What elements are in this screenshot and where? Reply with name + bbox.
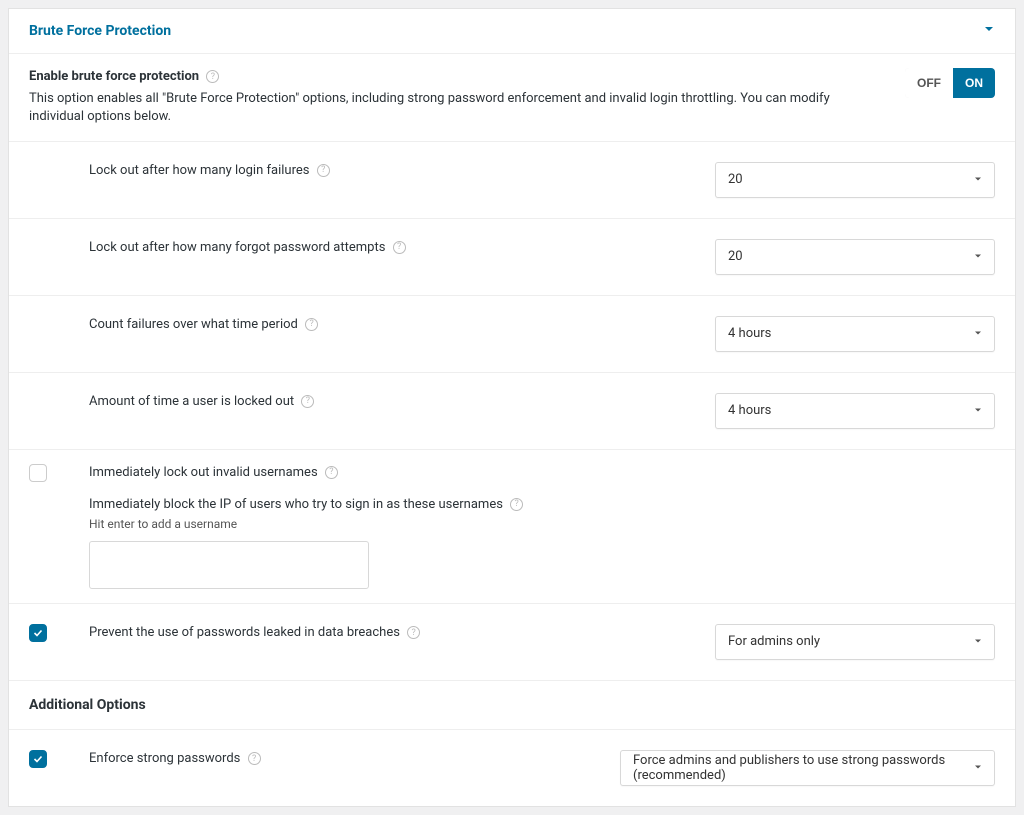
additional-options-heading: Additional Options — [9, 680, 1015, 729]
help-icon[interactable]: ? — [301, 395, 314, 408]
forgot-attempts-label: Lock out after how many forgot password … — [89, 240, 385, 255]
strong-pw-select[interactable]: Force admins and publishers to use stron… — [620, 750, 995, 786]
chevron-down-icon — [974, 760, 982, 775]
forgot-attempts-select[interactable]: 20 — [715, 239, 995, 275]
select-value: 20 — [728, 172, 743, 187]
enable-desc: This option enables all "Brute Force Pro… — [29, 90, 885, 126]
help-icon[interactable]: ? — [510, 498, 523, 511]
row-enable: Enable brute force protection ? This opt… — [9, 53, 1015, 141]
login-failures-label: Lock out after how many login failures — [89, 163, 309, 178]
chevron-down-icon — [983, 23, 995, 39]
enable-toggle: OFF ON — [905, 68, 995, 98]
invalid-usernames-checkbox[interactable] — [29, 464, 47, 482]
block-ip-hint: Hit enter to add a username — [89, 517, 600, 531]
row-leaked-pw: Prevent the use of passwords leaked in d… — [9, 603, 1015, 680]
time-period-label: Count failures over what time period — [89, 317, 298, 332]
chevron-down-icon — [974, 403, 982, 418]
strong-pw-checkbox[interactable] — [29, 750, 47, 768]
select-value: Force admins and publishers to use stron… — [633, 753, 964, 783]
chevron-down-icon — [974, 249, 982, 264]
help-icon[interactable]: ? — [393, 241, 406, 254]
select-value: 4 hours — [728, 403, 771, 418]
brute-force-panel: Brute Force Protection Enable brute forc… — [8, 8, 1016, 807]
panel-header[interactable]: Brute Force Protection — [9, 9, 1015, 53]
block-ip-usernames-input[interactable] — [89, 541, 369, 589]
select-value: For admins only — [728, 634, 820, 649]
leaked-pw-checkbox[interactable] — [29, 624, 47, 642]
help-icon[interactable]: ? — [305, 318, 318, 331]
row-forgot-attempts: Lock out after how many forgot password … — [9, 218, 1015, 295]
row-login-failures: Lock out after how many login failures ?… — [9, 141, 1015, 218]
chevron-down-icon — [974, 172, 982, 187]
row-block-ip: Immediately block the IP of users who tr… — [9, 496, 1015, 603]
strong-pw-label: Enforce strong passwords — [89, 751, 240, 766]
help-icon[interactable]: ? — [407, 626, 420, 639]
login-failures-select[interactable]: 20 — [715, 162, 995, 198]
help-icon[interactable]: ? — [206, 70, 219, 83]
help-icon[interactable]: ? — [317, 164, 330, 177]
chevron-down-icon — [974, 326, 982, 341]
row-strong-pw: Enforce strong passwords ? Force admins … — [9, 729, 1015, 806]
help-icon[interactable]: ? — [325, 466, 338, 479]
leaked-pw-select[interactable]: For admins only — [715, 624, 995, 660]
select-value: 20 — [728, 249, 743, 264]
toggle-on-button[interactable]: ON — [953, 68, 995, 98]
invalid-usernames-label: Immediately lock out invalid usernames — [89, 465, 318, 480]
toggle-off-button[interactable]: OFF — [905, 68, 953, 98]
panel-title: Brute Force Protection — [29, 23, 171, 39]
row-time-period: Count failures over what time period ? 4… — [9, 295, 1015, 372]
row-invalid-usernames: Immediately lock out invalid usernames ? — [9, 449, 1015, 496]
time-period-select[interactable]: 4 hours — [715, 316, 995, 352]
row-lockout-time: Amount of time a user is locked out ? 4 … — [9, 372, 1015, 449]
lockout-time-select[interactable]: 4 hours — [715, 393, 995, 429]
leaked-pw-label: Prevent the use of passwords leaked in d… — [89, 625, 400, 640]
chevron-down-icon — [974, 634, 982, 649]
select-value: 4 hours — [728, 326, 771, 341]
lockout-time-label: Amount of time a user is locked out — [89, 394, 294, 409]
block-ip-label: Immediately block the IP of users who tr… — [89, 497, 503, 512]
enable-label: Enable brute force protection — [29, 69, 199, 84]
help-icon[interactable]: ? — [248, 752, 261, 765]
